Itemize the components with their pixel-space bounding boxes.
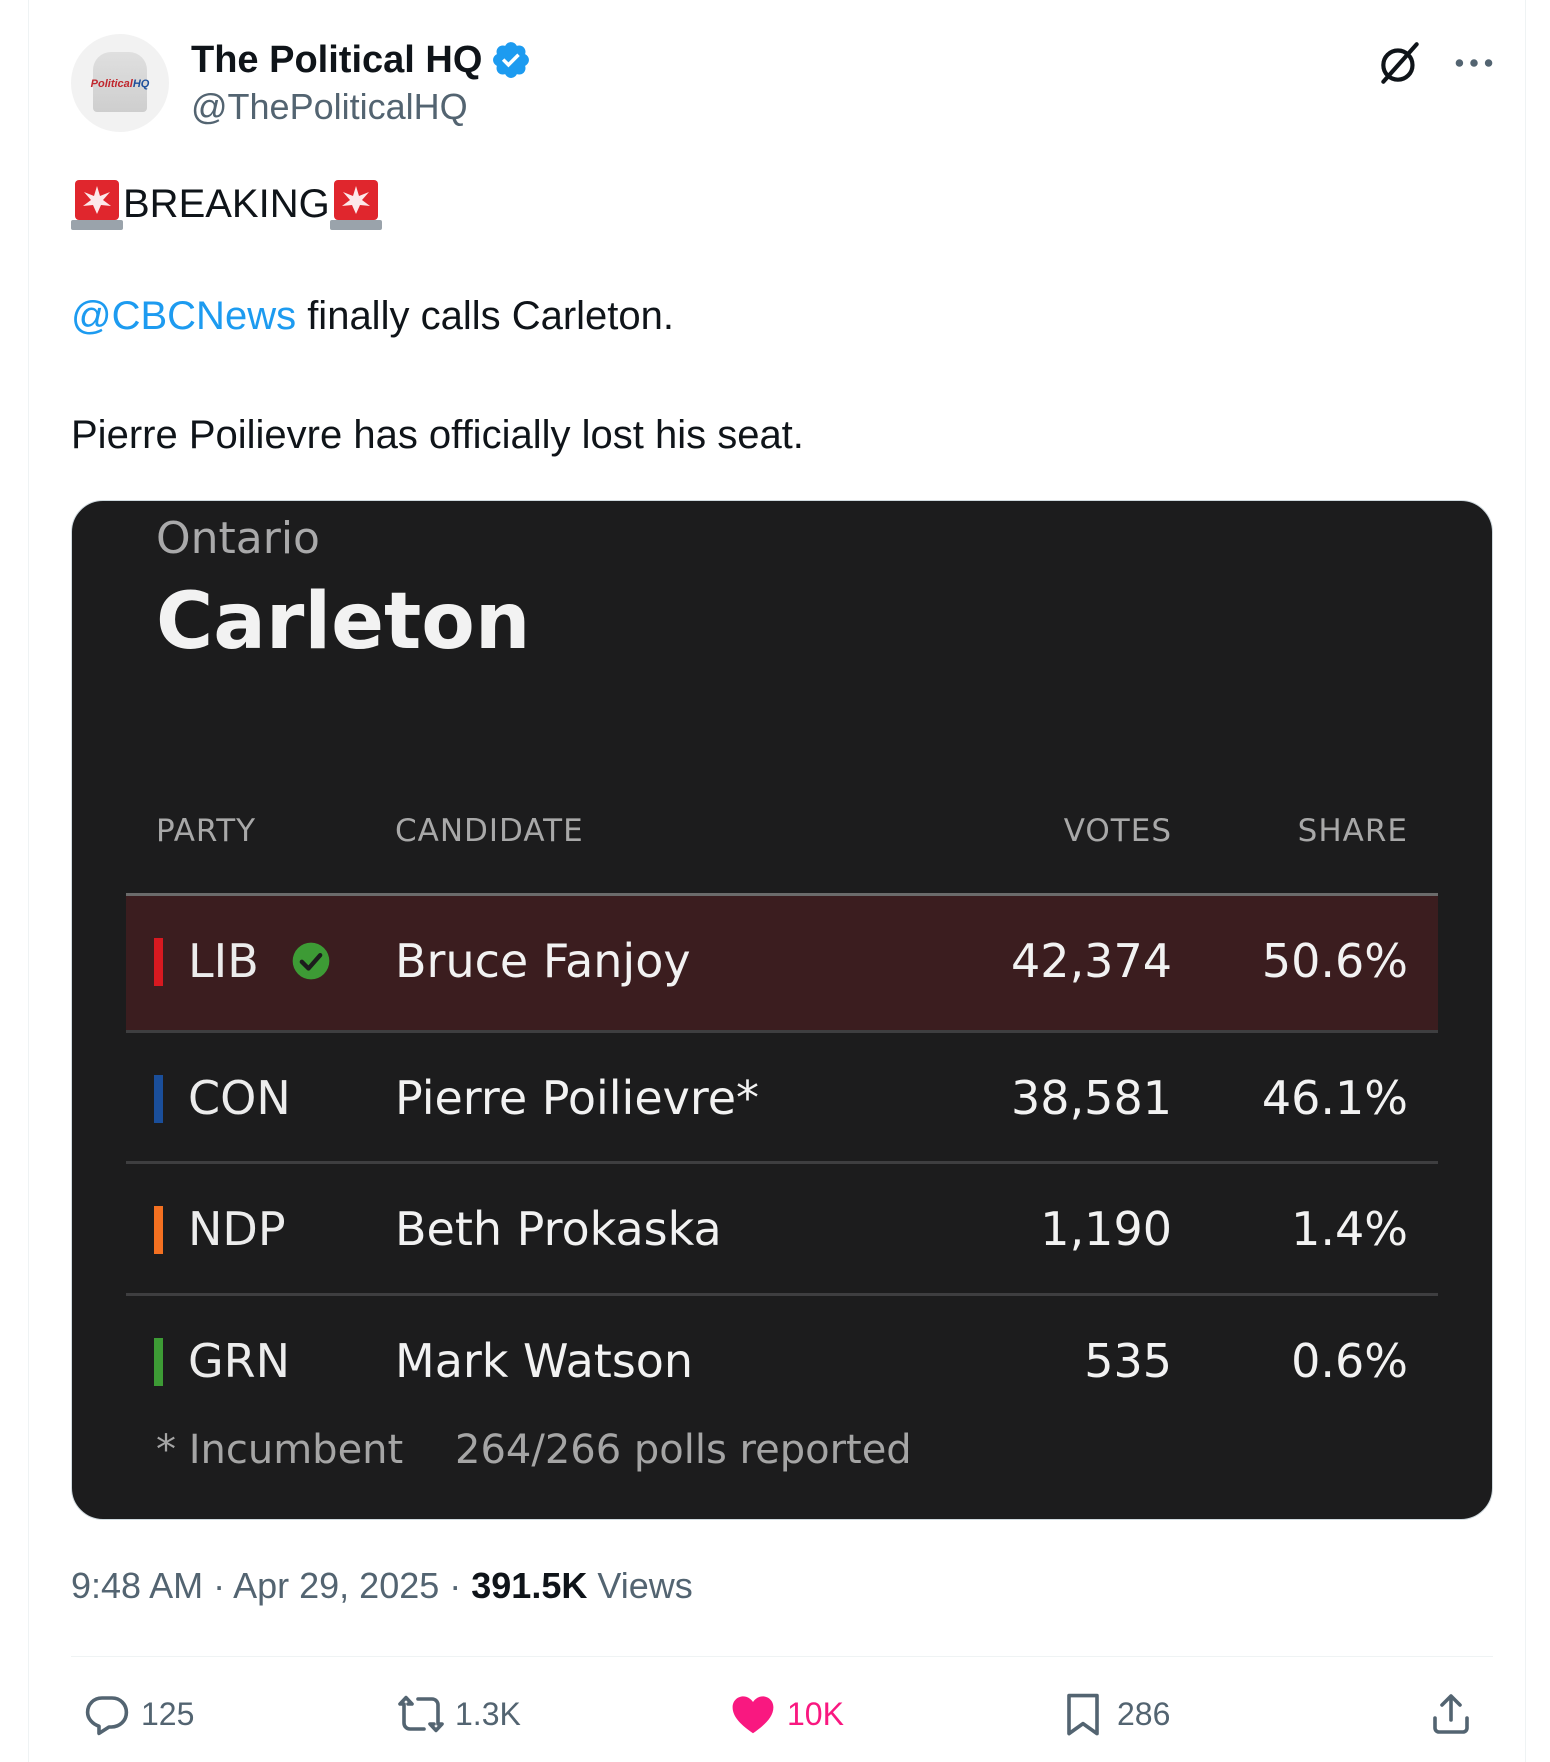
reply-button[interactable]: 125 [83, 1690, 194, 1738]
repost-button[interactable]: 1.3K [397, 1690, 521, 1738]
column-header-party: PARTY [156, 813, 257, 849]
vote-count: 1,190 [1040, 1202, 1172, 1256]
party-color-bar [154, 1206, 163, 1254]
tweet-line-1-text: finally calls Carleton. [296, 294, 675, 338]
breaking-label: BREAKING [123, 182, 330, 226]
tweet-time[interactable]: 9:48 AM [71, 1565, 203, 1606]
vote-count: 42,374 [1011, 934, 1172, 988]
mention-link[interactable]: @CBCNews [71, 294, 296, 338]
winner-check-icon [292, 942, 330, 980]
result-row-ndp: NDP Beth Prokaska 1,190 1.4% [126, 1164, 1438, 1298]
tweet-line-2: Pierre Poilievre has officially lost his… [71, 413, 804, 457]
author-handle[interactable]: @ThePoliticalHQ [191, 86, 468, 128]
breaking-line: BREAKING [71, 176, 1491, 232]
bookmark-count: 286 [1117, 1695, 1171, 1732]
more-options-icon[interactable] [1449, 38, 1499, 88]
column-header-candidate: CANDIDATE [395, 813, 584, 849]
incumbent-footnote: * Incumbent [156, 1427, 404, 1473]
tweet-card: PoliticalHQ The Political HQ @ThePolitic… [28, 0, 1526, 1762]
reply-count: 125 [141, 1695, 195, 1732]
siren-emoji-icon [329, 180, 382, 230]
party-color-bar [154, 1338, 163, 1386]
result-row-con: CON Pierre Poilievre* 38,581 46.1% [126, 1033, 1438, 1167]
candidate-name: Bruce Fanjoy [395, 934, 691, 988]
party-color-bar [154, 1075, 163, 1123]
share-icon [1433, 1694, 1469, 1734]
like-count: 10K [787, 1695, 844, 1732]
tweet-date[interactable]: Apr 29, 2025 [233, 1565, 439, 1606]
results-image[interactable]: Ontario Carleton PARTY CANDIDATE VOTES S… [71, 500, 1493, 1520]
polls-reported: 264/266 polls reported [455, 1427, 912, 1473]
author-display-name[interactable]: The Political HQ [191, 39, 482, 82]
siren-emoji-icon [71, 180, 123, 230]
avatar[interactable]: PoliticalHQ [71, 34, 169, 132]
vote-share: 50.6% [1261, 934, 1408, 988]
author-name-row: The Political HQ [191, 38, 532, 82]
party-color-bar [154, 938, 163, 986]
riding-title: Carleton [156, 577, 531, 667]
reply-icon [85, 1696, 129, 1736]
bookmark-icon [1067, 1693, 1099, 1736]
column-header-share: SHARE [1297, 813, 1408, 849]
vote-share: 46.1% [1261, 1071, 1408, 1125]
party-code: NDP [188, 1202, 286, 1256]
heart-icon [732, 1696, 774, 1734]
actions-divider [71, 1656, 1493, 1657]
repost-count: 1.3K [455, 1695, 521, 1732]
vote-count: 535 [1084, 1334, 1172, 1388]
candidate-name: Mark Watson [395, 1334, 694, 1388]
result-row-grn: GRN Mark Watson 535 0.6% [126, 1296, 1438, 1430]
result-row-lib: LIB Bruce Fanjoy 42,374 50.6% [126, 896, 1438, 1030]
verified-badge-icon[interactable] [490, 39, 532, 81]
views-label: Views [597, 1565, 693, 1606]
column-header-votes: VOTES [1063, 813, 1172, 849]
views-count: 391.5K [471, 1565, 588, 1606]
grok-icon[interactable] [1375, 38, 1425, 88]
party-code: GRN [188, 1334, 291, 1388]
candidate-name: Pierre Poilievre* [395, 1071, 760, 1125]
meta-separator: · [439, 1565, 472, 1606]
province-label: Ontario [156, 513, 320, 564]
meta-separator: · [203, 1565, 234, 1606]
avatar-logo: PoliticalHQ [90, 78, 150, 90]
vote-share: 0.6% [1291, 1334, 1408, 1388]
bookmark-button[interactable]: 286 [1059, 1690, 1170, 1738]
repost-icon [398, 1695, 444, 1733]
like-button[interactable]: 10K [729, 1690, 844, 1738]
share-button[interactable] [1427, 1690, 1475, 1738]
vote-count: 38,581 [1011, 1071, 1172, 1125]
tweet-line-1: @CBCNews finally calls Carleton. [71, 292, 1491, 340]
party-code: LIB [188, 934, 259, 988]
party-code: CON [188, 1071, 291, 1125]
candidate-name: Beth Prokaska [395, 1202, 722, 1256]
tweet-meta: 9:48 AM · Apr 29, 2025 · 391.5K Views [71, 1565, 693, 1607]
vote-share: 1.4% [1291, 1202, 1408, 1256]
